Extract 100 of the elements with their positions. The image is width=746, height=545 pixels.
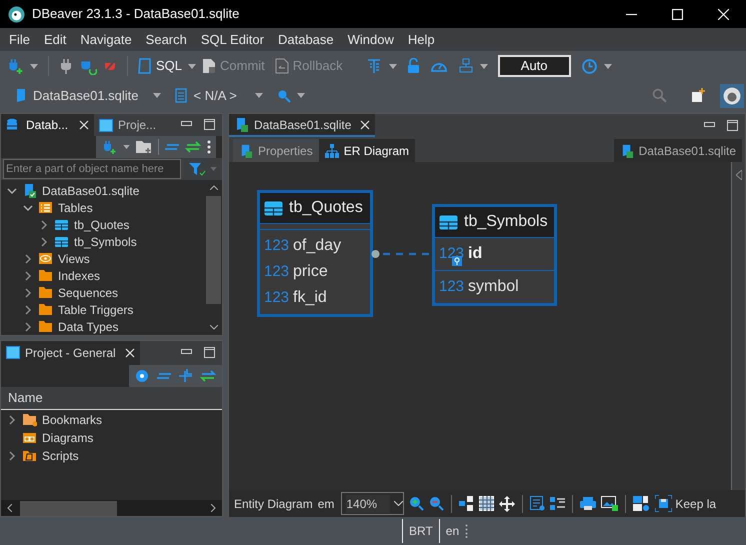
expanded-chevron-icon[interactable] (7, 186, 17, 196)
maximize-panel-icon[interactable] (204, 346, 215, 358)
maximize-panel-icon[interactable] (727, 120, 738, 131)
caret-icon[interactable] (254, 93, 263, 98)
scrollbar-thumb[interactable] (206, 196, 221, 304)
link-arrows-icon[interactable] (185, 141, 201, 153)
tree-item[interactable]: Indexes (58, 266, 100, 284)
collapse-all-icon[interactable] (165, 143, 179, 151)
note-icon[interactable] (530, 496, 546, 511)
caret-icon[interactable] (188, 64, 196, 68)
new-connection-icon[interactable] (101, 139, 117, 155)
datasource-tab[interactable]: DataBase01.sqlite (614, 139, 742, 162)
add-panel-icon[interactable] (691, 88, 706, 103)
zoom-out-icon[interactable] (429, 496, 444, 511)
editor-tab[interactable]: DataBase01.sqlite (229, 114, 376, 137)
collapsed-chevron-icon[interactable] (23, 270, 33, 280)
tree-item[interactable]: DataBase01.sqlite (42, 182, 140, 200)
close-icon[interactable] (360, 120, 370, 130)
collapsed-chevron-icon[interactable] (23, 254, 33, 264)
filter-icon[interactable] (189, 162, 206, 176)
scroll-left-icon[interactable] (7, 504, 12, 512)
project-tab[interactable]: Project - General (1, 340, 140, 365)
scrollbar-thumb[interactable] (20, 500, 117, 516)
menu-item[interactable]: SQL Editor (194, 30, 271, 50)
menu-item[interactable]: File (2, 30, 37, 50)
move-icon[interactable] (499, 496, 516, 512)
collapsed-chevron-icon[interactable] (23, 288, 33, 298)
minimize-panel-icon[interactable] (181, 121, 192, 126)
hierarchy-icon[interactable] (458, 58, 474, 74)
grid-icon[interactable] (479, 496, 494, 511)
menu-item[interactable]: Search (138, 30, 194, 50)
more-options-icon[interactable] (207, 140, 211, 154)
tree-item[interactable]: Table Triggers (58, 300, 134, 318)
scroll-up-icon[interactable] (210, 185, 218, 190)
project-item[interactable]: Diagrams (42, 428, 94, 447)
link-arrows-icon[interactable] (200, 370, 216, 382)
tree-item[interactable]: tb_Symbols (74, 232, 137, 250)
tree-item[interactable]: Data Types (58, 318, 118, 335)
menu-item[interactable]: Help (400, 30, 442, 50)
lock-icon[interactable] (406, 58, 420, 74)
format-icon[interactable] (366, 58, 383, 74)
zoom-dropdown[interactable]: 140% (341, 492, 404, 515)
active-schema-selector[interactable]: < N/A > (174, 86, 237, 106)
caret-icon[interactable] (152, 93, 161, 98)
editor-subtab[interactable]: ER Diagram (318, 139, 416, 162)
collapsed-chevron-icon[interactable] (39, 220, 49, 230)
name-column-header[interactable]: Name (1, 386, 222, 410)
minimize-panel-icon[interactable] (181, 348, 192, 354)
active-connection-selector[interactable]: DataBase01.sqlite (14, 86, 139, 106)
editor-subtab[interactable]: Properties (233, 139, 319, 162)
tree-item[interactable]: tb_Quotes (74, 216, 130, 234)
relationship-connector[interactable] (371, 249, 432, 259)
scroll-right-icon[interactable] (211, 504, 216, 512)
tree-item[interactable]: Tables (58, 198, 93, 216)
maximize-panel-icon[interactable] (204, 119, 215, 130)
caret-icon[interactable] (30, 64, 38, 68)
sql-editor-button[interactable]: SQL (138, 56, 182, 76)
collapsed-chevron-icon[interactable] (23, 322, 33, 332)
collapsed-chevron-icon[interactable] (7, 414, 17, 425)
object-search-field[interactable]: Enter a part of object name here (3, 159, 181, 179)
transaction-mode-field[interactable]: Auto (498, 55, 571, 77)
caret-icon[interactable] (296, 93, 305, 98)
menu-item[interactable]: Database (270, 30, 341, 50)
entity-box[interactable]: tb_Quotes 123 of_day 123 price 123 fk_id (257, 190, 373, 317)
status-grip-icon[interactable] (465, 524, 468, 538)
list-icon[interactable] (550, 496, 566, 511)
plug-icon[interactable] (59, 58, 73, 74)
menu-item[interactable]: Window (340, 30, 401, 50)
collapsed-chevron-icon[interactable] (7, 450, 17, 461)
avatar-icon[interactable] (723, 86, 741, 104)
new-folder-icon[interactable] (136, 140, 152, 154)
close-icon[interactable] (124, 348, 135, 358)
caret-icon[interactable] (604, 64, 612, 68)
tree-item[interactable]: Sequences (58, 284, 118, 302)
expanded-chevron-icon[interactable] (23, 202, 33, 212)
project-item[interactable]: Scripts (42, 446, 79, 465)
menu-item[interactable]: Edit (36, 30, 74, 50)
caret-icon[interactable] (480, 64, 488, 68)
collapse-all-icon[interactable] (157, 372, 171, 380)
keep-layout-button[interactable]: Keep la (655, 494, 716, 512)
horizontal-scrollbar[interactable] (1, 500, 222, 516)
zoom-in-icon[interactable] (409, 496, 424, 511)
collapsed-chevron-icon[interactable] (39, 236, 49, 246)
close-icon[interactable] (79, 120, 90, 130)
search-icon[interactable] (276, 88, 291, 102)
layout-icon[interactable] (459, 496, 474, 511)
caret-icon[interactable] (388, 64, 397, 68)
menu-item[interactable]: Navigate (73, 30, 139, 50)
minimize-panel-icon[interactable] (704, 122, 715, 127)
expand-icon[interactable] (179, 369, 192, 382)
caret-icon[interactable] (123, 145, 130, 149)
printer-icon[interactable] (580, 496, 596, 510)
layout-settings-icon[interactable] (633, 496, 650, 512)
palette-toggle[interactable] (731, 162, 745, 490)
panel-tab[interactable]: Datab... (1, 114, 94, 136)
collapsed-chevron-icon[interactable] (23, 304, 33, 314)
chevron-down-icon[interactable] (394, 501, 404, 506)
scroll-down-icon[interactable] (210, 325, 218, 330)
history-icon[interactable] (580, 58, 598, 74)
project-item[interactable]: Bookmarks (42, 410, 102, 429)
